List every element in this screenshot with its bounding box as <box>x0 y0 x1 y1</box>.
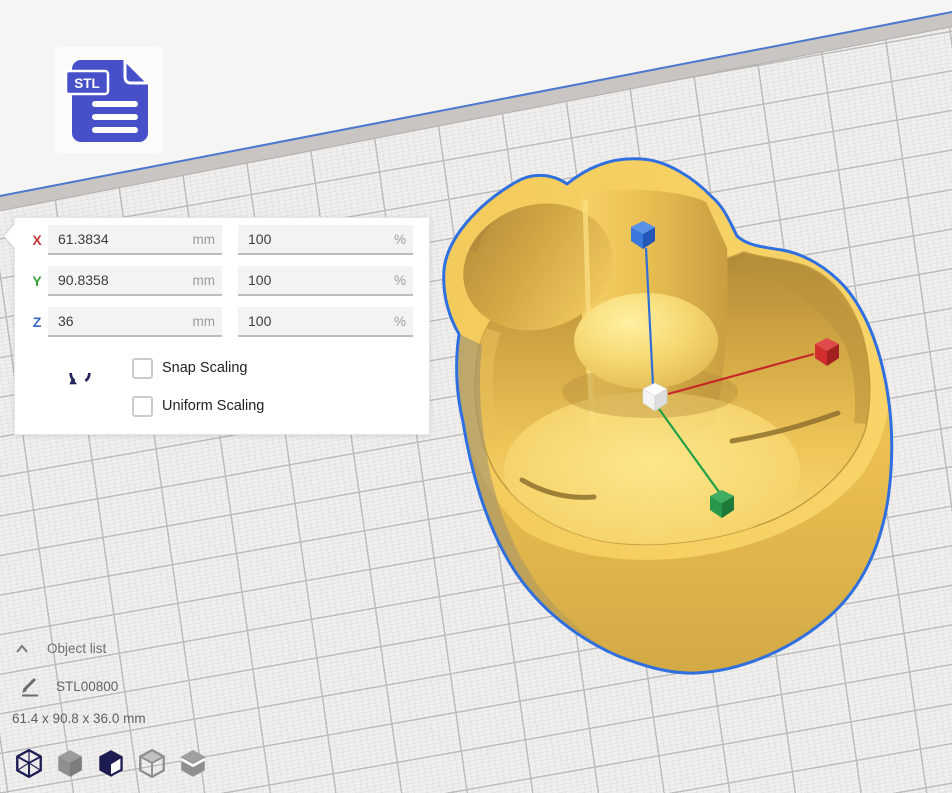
snap-scaling-label: Snap Scaling <box>162 360 247 376</box>
model-stl00800[interactable] <box>444 159 892 673</box>
stl-file-icon: STL <box>59 51 159 149</box>
view-xray-button[interactable] <box>96 748 126 780</box>
viewport-3d[interactable]: STL X mm % Y mm <box>0 0 952 793</box>
uniform-scaling-checkbox[interactable] <box>132 396 153 417</box>
scale-z-mm-input[interactable] <box>48 307 222 337</box>
snap-scaling-checkbox[interactable] <box>132 358 153 379</box>
object-list-title: Object list <box>47 641 106 656</box>
object-dimensions: 61.4 x 90.8 x 36.0 mm <box>12 711 146 726</box>
layers-cube-icon <box>178 748 208 780</box>
outline-cube-icon <box>137 748 167 780</box>
object-list-item[interactable]: STL00800 <box>20 676 118 697</box>
collapse-chevron-icon[interactable] <box>14 643 30 654</box>
edit-pencil-icon <box>20 676 40 697</box>
scale-z-percent-input[interactable] <box>238 307 413 337</box>
panel-pointer-arrow <box>4 224 15 248</box>
scale-row-z: Z mm % <box>15 307 429 337</box>
object-list-header[interactable]: Object list <box>14 641 106 656</box>
axis-y-label: Y <box>28 273 46 289</box>
scale-row-y: Y mm % <box>15 266 429 296</box>
view-outline-button[interactable] <box>137 748 167 780</box>
view-wireframe-button[interactable] <box>14 748 44 780</box>
xray-cube-icon <box>96 748 126 780</box>
scale-tool-panel: X mm % Y mm % Z mm <box>14 217 430 435</box>
view-solid-button[interactable] <box>55 748 85 780</box>
solid-cube-icon <box>55 748 85 780</box>
scale-y-percent-input[interactable] <box>238 266 413 296</box>
scale-y-mm-input[interactable] <box>48 266 222 296</box>
object-item-name: STL00800 <box>56 679 118 694</box>
axis-x-label: X <box>28 232 46 248</box>
scale-row-x: X mm % <box>15 225 429 255</box>
stl-file-badge: STL <box>55 47 163 153</box>
view-mode-toolbar <box>14 748 208 780</box>
stl-badge-label: STL <box>74 76 100 91</box>
uniform-scaling-label: Uniform Scaling <box>162 398 264 414</box>
axis-z-label: Z <box>28 314 46 330</box>
wireframe-cube-icon <box>14 748 44 780</box>
reset-scale-button[interactable] <box>65 373 95 403</box>
view-layers-button[interactable] <box>178 748 208 780</box>
scale-x-mm-input[interactable] <box>48 225 222 255</box>
uniform-scaling-option: Uniform Scaling <box>132 396 264 416</box>
reset-rotate-icon <box>66 373 94 401</box>
snap-scaling-option: Snap Scaling <box>132 358 247 378</box>
scale-x-percent-input[interactable] <box>238 225 413 255</box>
